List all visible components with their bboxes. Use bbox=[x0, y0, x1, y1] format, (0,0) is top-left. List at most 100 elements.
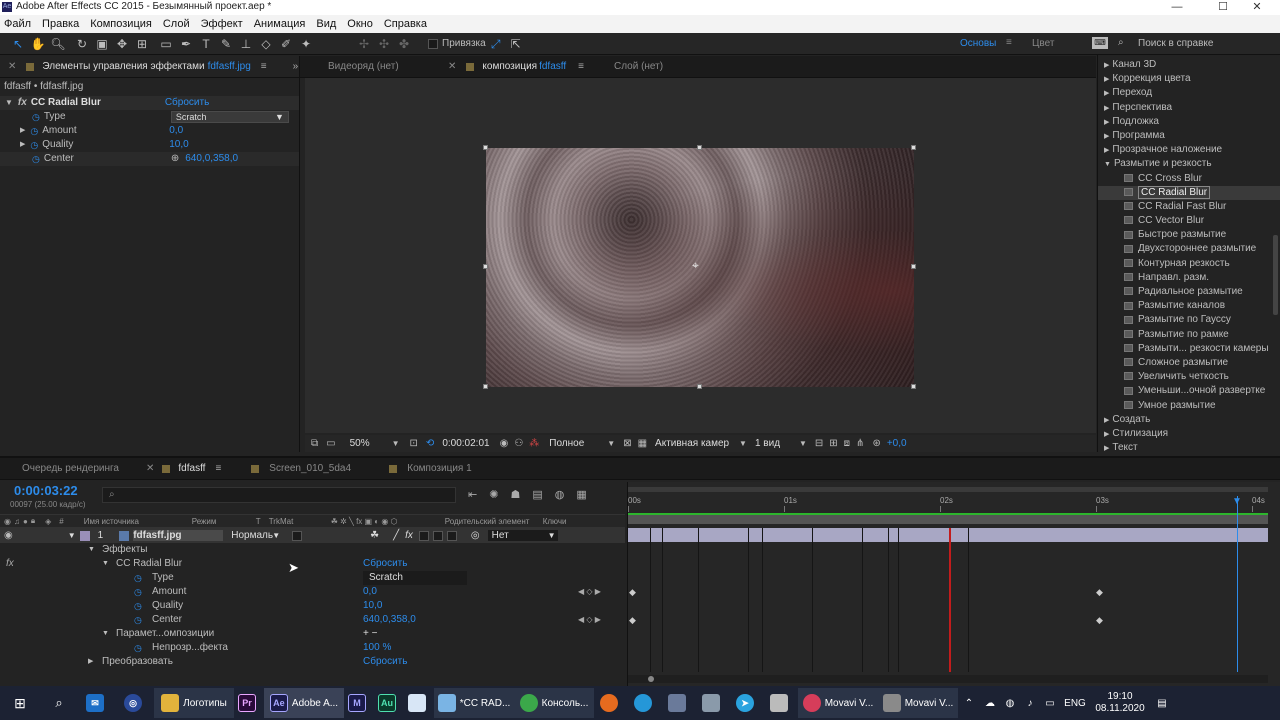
collapse-arrow-icon[interactable]: ▼ bbox=[102, 627, 109, 641]
effect-item[interactable]: Направл. разм. bbox=[1098, 271, 1280, 285]
effect-item[interactable]: Размыти... резкости камеры bbox=[1098, 342, 1280, 356]
panel-menu-icon[interactable]: ≡ bbox=[578, 61, 584, 72]
effect-item[interactable]: Радиальное размытие bbox=[1098, 285, 1280, 299]
panel-menu-icon[interactable]: ≡ bbox=[261, 61, 267, 72]
close-tab-icon[interactable]: ✕ bbox=[146, 463, 154, 474]
expand-arrow-icon[interactable]: ▶ bbox=[1104, 76, 1109, 83]
effect-item[interactable]: Увеличить четкость bbox=[1098, 370, 1280, 384]
shy-switch-icon[interactable]: ☘ bbox=[370, 530, 379, 541]
panel-menu-icon[interactable]: ≡ bbox=[215, 463, 221, 474]
close-tab-icon[interactable]: ✕ bbox=[8, 61, 16, 72]
camera-select[interactable]: Активная камер bbox=[655, 438, 739, 449]
zoom-slider[interactable] bbox=[628, 675, 1268, 683]
stopwatch-icon[interactable]: ◷ bbox=[30, 124, 38, 138]
center-value[interactable]: 640,0,358,0 bbox=[185, 152, 238, 166]
effect-item[interactable]: Умное размытие bbox=[1098, 399, 1280, 413]
cti-head-icon[interactable]: ▼ bbox=[1232, 496, 1242, 507]
quality-switch-icon[interactable]: ╱ bbox=[393, 530, 399, 541]
amount-value[interactable]: 0,0 bbox=[169, 124, 183, 138]
quality-value[interactable]: 10,0 bbox=[169, 138, 188, 152]
orbit-tool-icon[interactable]: ✥ bbox=[114, 36, 130, 52]
effect-item[interactable]: CC Radial Fast Blur bbox=[1098, 200, 1280, 214]
collapse-arrow-icon[interactable]: ▼ bbox=[5, 96, 13, 110]
show-snapshot-icon[interactable]: ⚇ bbox=[514, 438, 523, 449]
expand-arrow-icon[interactable]: ▶ bbox=[1104, 62, 1109, 69]
resolution-select[interactable]: Полное bbox=[549, 438, 607, 449]
prop-value[interactable]: 100 % bbox=[363, 641, 391, 655]
eraser-tool-icon[interactable]: ◇ bbox=[258, 36, 274, 52]
crosshair-icon[interactable]: ⊕ bbox=[171, 152, 179, 166]
app-icon[interactable] bbox=[662, 688, 696, 718]
timeline-prop-row[interactable]: ▼ Эффекты bbox=[0, 543, 625, 557]
keyframe-diamond-icon[interactable]: ◆ bbox=[1096, 587, 1103, 598]
timeline-prop-row[interactable]: ◷ Center 640,0,358,0 ◀ ◇ ▶ bbox=[0, 613, 625, 627]
taskbar-folder[interactable]: Логотипы bbox=[154, 688, 234, 718]
region-of-interest-icon[interactable]: ⊠ bbox=[623, 438, 631, 449]
roto-brush-tool-icon[interactable]: ✐ bbox=[278, 36, 294, 52]
pan-behind-tool-icon[interactable]: ⊞ bbox=[134, 36, 150, 52]
scrollbar-thumb[interactable] bbox=[1273, 235, 1278, 315]
effect-category[interactable]: ▶ Канал 3D bbox=[1098, 58, 1280, 72]
menu-view[interactable]: Вид bbox=[316, 15, 336, 33]
taskbar-cc-radial[interactable]: *CC RAD... bbox=[434, 688, 514, 718]
screen-tab[interactable]: Screen_010_5da4 bbox=[259, 458, 389, 480]
expand-arrow-icon[interactable]: ▶ bbox=[1104, 417, 1109, 424]
composition-tab-name[interactable]: fdfasff bbox=[539, 61, 566, 72]
transform-handle[interactable] bbox=[483, 264, 488, 269]
snap-checkbox[interactable] bbox=[428, 38, 438, 49]
transform-handle[interactable] bbox=[911, 145, 916, 150]
effect-item[interactable]: CC Radial Blur bbox=[1098, 185, 1280, 200]
notifications-icon[interactable]: ▤ bbox=[1150, 688, 1174, 718]
minimize-button[interactable]: — bbox=[1154, 0, 1200, 15]
view-layout-dropdown-icon[interactable]: ▼ bbox=[799, 439, 807, 448]
menu-effect[interactable]: Эффект bbox=[201, 15, 243, 33]
fx-icon[interactable]: fx bbox=[18, 96, 27, 110]
effect-category[interactable]: ▶ Подложка bbox=[1098, 115, 1280, 129]
motion-blur-icon[interactable]: ◍ bbox=[555, 488, 565, 501]
workspace-color[interactable]: Цвет bbox=[1032, 38, 1054, 49]
mode-dropdown-icon[interactable]: ▼ bbox=[272, 531, 280, 540]
layer-label-color[interactable] bbox=[79, 530, 90, 541]
transform-handle[interactable] bbox=[697, 384, 702, 389]
type-tool-icon[interactable]: T bbox=[198, 36, 214, 52]
audition-icon[interactable]: Au bbox=[374, 688, 404, 718]
lock-icon[interactable] bbox=[26, 62, 35, 71]
app-icon[interactable] bbox=[696, 688, 730, 718]
selection-tool-icon[interactable]: ↖ bbox=[10, 36, 26, 52]
edge-icon[interactable] bbox=[628, 688, 662, 718]
timeline-prop-row[interactable]: ◷ Quality 10,0 bbox=[0, 599, 625, 613]
prop-value[interactable]: + − bbox=[363, 627, 377, 641]
pen-tool-icon[interactable]: ✒ bbox=[178, 36, 194, 52]
tray-volume-icon[interactable]: ♪ bbox=[1020, 688, 1040, 718]
transform-handle[interactable] bbox=[483, 145, 488, 150]
region-icon[interactable]: ⊡ bbox=[410, 438, 418, 449]
expand-arrow-icon[interactable]: ▶ bbox=[1104, 445, 1109, 452]
viewer-timecode[interactable]: 0:00:02:01 bbox=[442, 438, 489, 449]
expand-arrow-icon[interactable]: ▶ bbox=[1104, 431, 1109, 438]
taskbar-chrome[interactable]: Консоль... bbox=[514, 688, 594, 718]
effect-item[interactable]: CC Vector Blur bbox=[1098, 214, 1280, 228]
timeline-prop-row[interactable]: ◷ Amount 0,0 ◀ ◇ ▶ bbox=[0, 585, 625, 599]
hand-tool-icon[interactable]: ✋ bbox=[30, 36, 46, 52]
search-taskbar-icon[interactable]: ⌕ bbox=[40, 688, 78, 718]
composition1-tab[interactable]: Композиция 1 bbox=[397, 458, 481, 480]
taskbar-movavi-2[interactable]: Movavi V... bbox=[878, 688, 958, 718]
menu-window[interactable]: Окно bbox=[347, 15, 373, 33]
help-search-input[interactable]: Поиск в справке bbox=[1138, 38, 1213, 49]
prop-value[interactable]: Сбросить bbox=[363, 655, 407, 669]
prop-value[interactable]: Сбросить bbox=[363, 557, 407, 571]
expand-arrow-icon[interactable]: ▶ bbox=[1104, 90, 1109, 97]
stopwatch-icon[interactable]: ◷ bbox=[134, 599, 142, 613]
render-queue-tab[interactable]: Очередь рендеринга bbox=[12, 458, 142, 480]
draft-3d-icon[interactable]: ✺ bbox=[489, 488, 498, 501]
keyframe-navigator-icon[interactable]: ◀ ◇ ▶ bbox=[578, 613, 601, 627]
layer-name[interactable]: fdfasff.jpg bbox=[133, 530, 224, 541]
telegram-icon[interactable]: ➤ bbox=[730, 688, 764, 718]
always-preview-icon[interactable]: ⧉ bbox=[311, 438, 318, 449]
effect-category[interactable]: ▶ Создать bbox=[1098, 413, 1280, 427]
switch-box[interactable] bbox=[446, 530, 457, 541]
type-select[interactable]: Scratch bbox=[363, 571, 467, 585]
snap-options-icon[interactable]: ⇱ bbox=[508, 36, 524, 52]
axis-view-icon[interactable]: ✤ bbox=[396, 36, 412, 52]
transparency-grid-icon[interactable]: ⟲ bbox=[426, 438, 434, 449]
